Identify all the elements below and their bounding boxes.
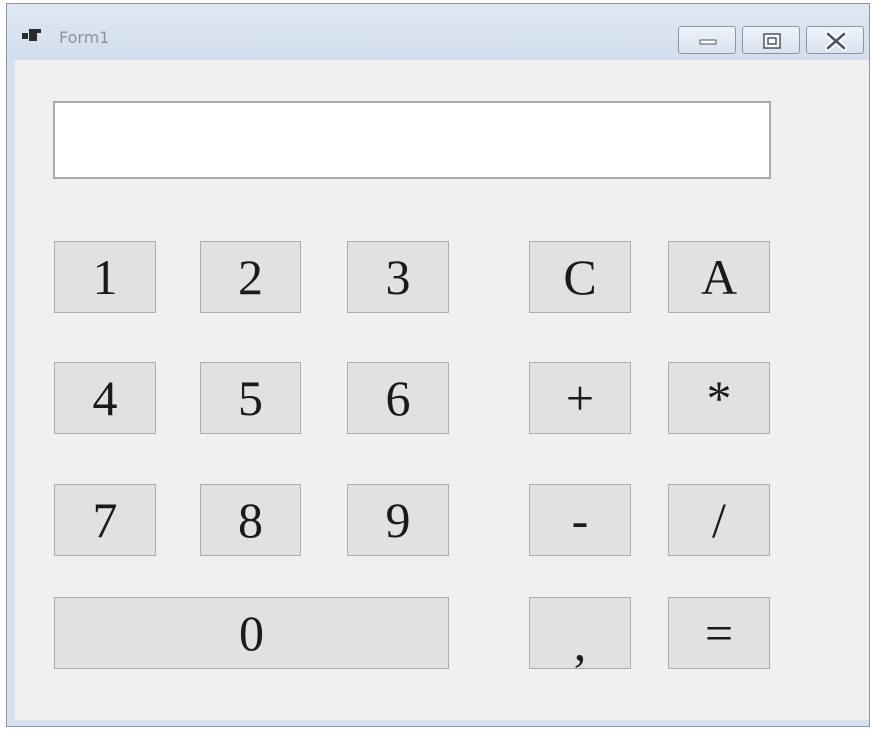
multiply-button[interactable]: * xyxy=(668,362,770,434)
key-5-button[interactable]: 5 xyxy=(200,362,301,434)
clear-button[interactable]: C xyxy=(529,241,631,313)
minus-label: - xyxy=(571,492,589,548)
all-clear-button[interactable]: A xyxy=(668,241,770,313)
key-4-button[interactable]: 4 xyxy=(54,362,156,434)
key-0-label: 0 xyxy=(239,605,264,661)
minimize-icon xyxy=(699,39,717,45)
key-2-label: 2 xyxy=(238,249,263,305)
key-6-button[interactable]: 6 xyxy=(347,362,449,434)
key-1-button[interactable]: 1 xyxy=(54,241,156,313)
equals-button[interactable]: = xyxy=(668,597,770,669)
plus-button[interactable]: + xyxy=(529,362,631,434)
key-4-label: 4 xyxy=(92,370,118,426)
key-8-button[interactable]: 8 xyxy=(200,484,301,556)
key-0-button[interactable]: 0 xyxy=(54,597,449,669)
minimize-button[interactable] xyxy=(678,26,736,54)
key-8-label: 8 xyxy=(238,492,263,548)
minus-button[interactable]: - xyxy=(529,484,631,556)
maximize-icon xyxy=(763,33,781,49)
maximize-button[interactable] xyxy=(742,26,800,54)
form-icon xyxy=(22,29,41,41)
key-3-label: 3 xyxy=(385,249,411,305)
plus-label: + xyxy=(565,370,595,426)
key-2-button[interactable]: 2 xyxy=(200,241,301,313)
key-9-label: 9 xyxy=(385,492,411,548)
clear-label: C xyxy=(563,249,597,305)
window-title: Form1 xyxy=(59,28,110,47)
comma-button[interactable]: , xyxy=(529,597,631,669)
key-1-label: 1 xyxy=(92,249,118,305)
display-textbox[interactable] xyxy=(53,101,771,179)
key-3-button[interactable]: 3 xyxy=(347,241,449,313)
title-bar[interactable]: Form1 xyxy=(7,4,869,60)
comma-label: , xyxy=(573,615,587,671)
key-6-label: 6 xyxy=(385,370,411,426)
key-9-button[interactable]: 9 xyxy=(347,484,449,556)
close-button[interactable] xyxy=(806,26,864,54)
key-5-label: 5 xyxy=(238,370,263,426)
form-client-area: 1 2 3 C A 4 5 6 + * 7 8 9 - / 0 , = xyxy=(15,60,869,720)
all-clear-label: A xyxy=(700,249,738,305)
equals-label: = xyxy=(704,605,734,661)
key-7-button[interactable]: 7 xyxy=(54,484,156,556)
divide-button[interactable]: / xyxy=(668,484,770,556)
close-icon xyxy=(825,31,847,51)
key-7-label: 7 xyxy=(92,492,118,548)
multiply-label: * xyxy=(706,370,732,426)
calculator-window: Form1 1 2 3 C A 4 5 6 + * 7 8 9 - / 0 , … xyxy=(6,3,870,727)
divide-label: / xyxy=(712,492,726,548)
